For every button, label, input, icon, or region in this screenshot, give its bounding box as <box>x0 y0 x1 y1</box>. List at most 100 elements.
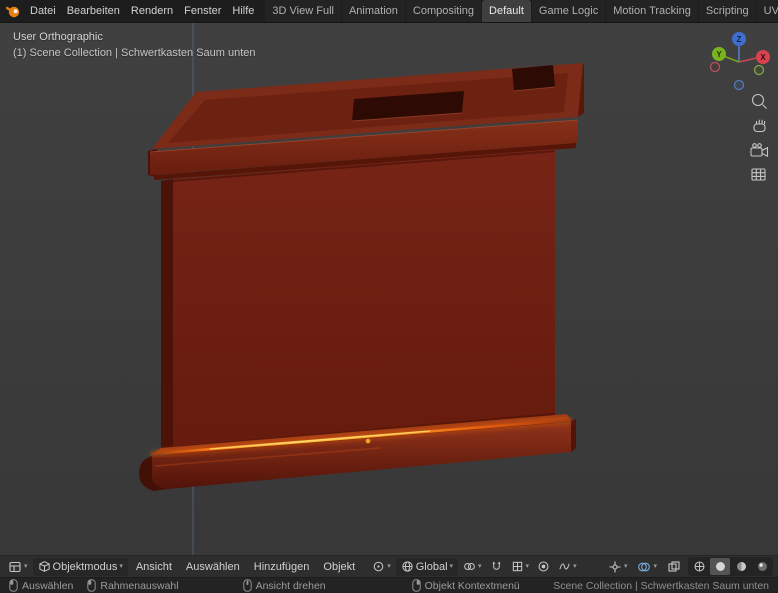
status-context-label: Scene Collection | Schwertkasten Saum un… <box>553 580 769 592</box>
rendered-sphere-icon <box>756 560 769 573</box>
toggle-xray-button[interactable] <box>664 558 684 576</box>
blender-logo-icon[interactable] <box>5 3 21 19</box>
mode-label: Objektmodus <box>53 561 118 573</box>
xray-icon <box>667 560 681 574</box>
chevron-down-icon: ▾ <box>387 563 391 570</box>
snap-toggle-button[interactable] <box>487 558 506 576</box>
svg-text:Z: Z <box>737 35 742 44</box>
mode-dropdown[interactable]: Objektmodus ▾ <box>33 558 128 576</box>
menu-fenster[interactable]: Fenster <box>179 2 226 20</box>
menu-objekt[interactable]: Objekt <box>317 558 361 576</box>
menu-auswaehlen[interactable]: Auswählen <box>180 558 246 576</box>
camera-view-button[interactable] <box>751 144 768 157</box>
gizmo-visibility-button[interactable]: ▾ <box>605 558 631 576</box>
navigation-gizmo[interactable]: Z X Y <box>711 32 771 90</box>
workspace-tab-scripting[interactable]: Scripting <box>699 0 756 23</box>
menu-datei[interactable]: Datei <box>25 2 61 20</box>
gizmo-axis-y-negative[interactable] <box>755 66 764 75</box>
shading-solid-button[interactable] <box>710 558 730 575</box>
gizmo-axis-z-negative[interactable] <box>735 81 744 90</box>
chevron-down-icon: ▾ <box>478 563 482 570</box>
chevron-down-icon: ▾ <box>119 563 123 570</box>
menu-rendern[interactable]: Rendern <box>126 2 178 20</box>
toggle-grid-button[interactable] <box>752 169 765 180</box>
snap-grid-icon <box>511 560 524 573</box>
solid-sphere-icon <box>714 560 727 573</box>
workspace-tab-motion-tracking[interactable]: Motion Tracking <box>606 0 698 23</box>
show-overlays-button[interactable]: ▾ <box>634 558 660 576</box>
proportional-editing-icon <box>537 560 550 573</box>
orientation-label: Global <box>416 561 448 573</box>
menu-bearbeiten[interactable]: Bearbeiten <box>62 2 125 20</box>
shading-material-button[interactable] <box>731 558 751 575</box>
chevron-down-icon: ▾ <box>573 563 577 570</box>
gizmo-axis-z[interactable]: Z <box>732 32 746 46</box>
shading-wireframe-button[interactable] <box>689 558 709 575</box>
pan-hand-button[interactable] <box>754 120 765 132</box>
body-left-face <box>161 179 173 453</box>
object-origin-dot <box>365 438 370 443</box>
workspace-tab-default[interactable]: Default <box>482 0 531 23</box>
snap-settings-button[interactable]: ▾ <box>508 558 533 576</box>
pivot-point-button[interactable]: ▾ <box>369 558 394 576</box>
wireframe-sphere-icon <box>693 560 706 573</box>
workspace-tab-compositing[interactable]: Compositing <box>406 0 481 23</box>
menu-hilfe[interactable]: Hilfe <box>227 2 259 20</box>
active-object-label: (1) Scene Collection | Schwertkasten Sau… <box>13 45 256 61</box>
blender-window: Datei Bearbeiten Rendern Fenster Hilfe 3… <box>0 0 778 593</box>
zoom-button[interactable] <box>753 95 767 109</box>
editor-type-button[interactable]: ▾ <box>5 558 31 576</box>
gizmo-axis-x[interactable]: X <box>756 50 770 64</box>
snap-target-button[interactable]: ▾ <box>460 558 485 576</box>
pivot-point-icon <box>372 560 385 573</box>
mouse-right-button-icon <box>412 579 421 592</box>
gizmos-icon <box>608 560 622 574</box>
chevron-down-icon: ▾ <box>653 563 657 570</box>
mouse-left-button-icon <box>9 579 18 592</box>
workspace-tabs: 3D View Full Animation Compositing Defau… <box>265 0 778 23</box>
workspace-tab-3d-view-full[interactable]: 3D View Full <box>265 0 341 23</box>
chevron-down-icon: ▾ <box>526 563 530 570</box>
hint-select: Auswählen <box>9 579 73 592</box>
hint-context-menu: Objekt Kontextmenü <box>412 579 520 592</box>
mouse-middle-button-icon <box>243 579 252 592</box>
shading-mode-group <box>688 557 773 576</box>
topbar: Datei Bearbeiten Rendern Fenster Hilfe 3… <box>0 0 778 23</box>
magnet-icon <box>490 560 503 573</box>
material-sphere-icon <box>735 560 748 573</box>
overlays-icon <box>637 560 651 574</box>
object-schwertkasten[interactable] <box>139 63 584 491</box>
falloff-button[interactable]: ▾ <box>555 558 580 576</box>
viewport-overlay-text: User Orthographic (1) Scene Collection |… <box>13 29 256 61</box>
view-mode-label: User Orthographic <box>13 29 256 45</box>
workspace-tab-game-logic[interactable]: Game Logic <box>532 0 605 23</box>
hint-box-select: Rahmenauswahl <box>87 579 178 592</box>
chevron-down-icon: ▾ <box>24 563 28 570</box>
menu-hinzufuegen[interactable]: Hinzufügen <box>248 558 316 576</box>
viewport-3d[interactable]: Z X Y <box>0 23 778 555</box>
link-icon <box>463 560 476 573</box>
chevron-down-icon: ▾ <box>624 563 628 570</box>
orientation-dropdown[interactable]: Global ▾ <box>396 558 458 576</box>
proportional-editing-button[interactable] <box>534 558 553 576</box>
svg-text:Y: Y <box>716 50 722 59</box>
viewport-header-right: ▾ ▾ <box>605 557 773 576</box>
editor-type-icon <box>8 560 22 574</box>
svg-text:X: X <box>760 53 766 62</box>
lid-slot-right <box>512 65 555 91</box>
shading-rendered-button[interactable] <box>752 558 772 575</box>
gizmo-axis-x-negative[interactable] <box>711 63 720 72</box>
viewport-header: ▾ Objektmodus ▾ Ansicht Auswählen Hinzuf… <box>0 555 778 578</box>
gizmo-axis-y[interactable]: Y <box>712 47 726 61</box>
workspace-tab-uv-edit[interactable]: UV Edit <box>757 0 778 23</box>
workspace-tab-animation[interactable]: Animation <box>342 0 405 23</box>
object-mode-icon <box>38 560 51 573</box>
hint-rotate-view: Ansicht drehen <box>243 579 326 592</box>
falloff-curve-icon <box>558 560 571 573</box>
mouse-left-drag-icon <box>87 579 96 592</box>
globe-icon <box>401 560 414 573</box>
base-right-face <box>571 419 576 452</box>
scene-canvas: Z X Y <box>0 23 778 555</box>
menu-ansicht[interactable]: Ansicht <box>130 558 178 576</box>
status-bar: Auswählen Rahmenauswahl Ansicht drehen O… <box>0 578 778 593</box>
